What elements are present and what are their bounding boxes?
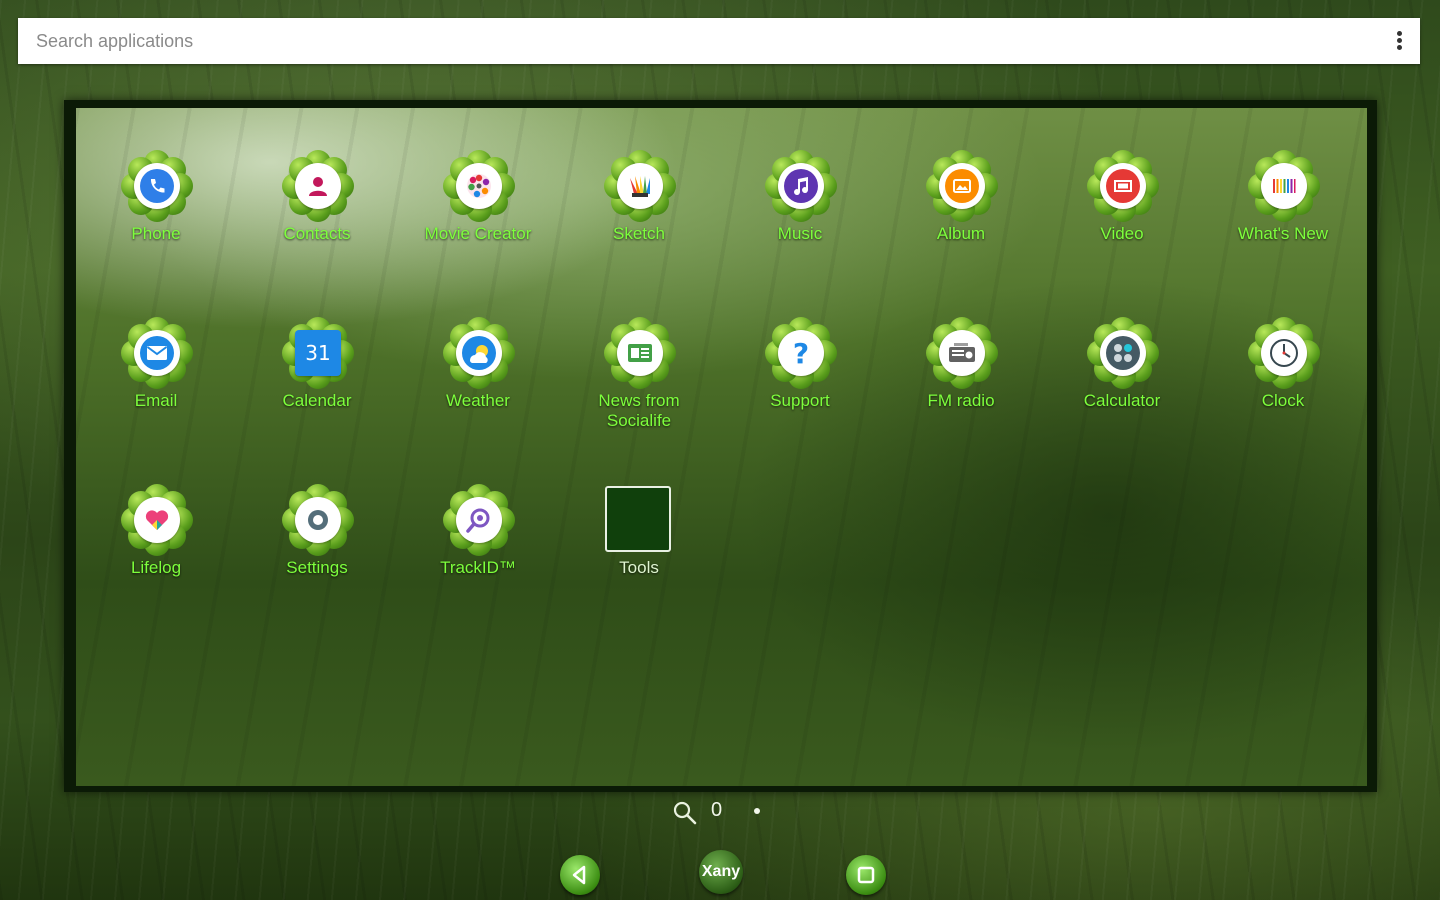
app-news-from-socialife[interactable]: News from Socialife: [564, 317, 714, 447]
page-indicator: 0: [668, 796, 778, 826]
music-note-icon: [784, 169, 818, 203]
app-label: Lifelog: [130, 558, 182, 577]
app-label: Album: [936, 224, 986, 243]
home-button[interactable]: Xany: [699, 850, 743, 894]
calendar-icon: 31: [305, 341, 331, 365]
question-icon: ?: [784, 336, 818, 370]
app-label: What's New: [1237, 224, 1329, 243]
app-label: Sketch: [613, 224, 665, 243]
app-lifelog[interactable]: Lifelog: [81, 484, 231, 614]
app-label: Support: [770, 391, 830, 410]
flower-badge: [1248, 317, 1320, 389]
clock-icon: [1267, 336, 1301, 370]
flower-badge: [443, 317, 515, 389]
recent-apps-icon[interactable]: [846, 855, 886, 895]
news-icon: [623, 336, 657, 370]
app-label: Calculator: [1083, 391, 1161, 410]
flower-badge: [765, 150, 837, 222]
app-album[interactable]: Album: [886, 150, 1036, 280]
app-calculator[interactable]: Calculator: [1047, 317, 1197, 447]
app-label: Weather: [446, 391, 510, 410]
app-movie-creator[interactable]: Movie Creator: [403, 150, 553, 280]
app-label: Calendar: [282, 391, 352, 410]
more-vertical-icon[interactable]: [1392, 29, 1406, 53]
app-label: Email: [134, 391, 178, 410]
flower-badge: [282, 484, 354, 556]
app-weather[interactable]: Weather: [403, 317, 553, 447]
app-label: FM radio: [927, 391, 995, 410]
palette-icon: [623, 169, 657, 203]
folder-icon: [605, 486, 671, 552]
phone-icon: [140, 169, 174, 203]
gear-icon: [301, 503, 335, 537]
app-label: Music: [777, 224, 823, 243]
flower-badge: ?: [765, 317, 837, 389]
app-label: Clock: [1261, 391, 1305, 410]
app-sketch[interactable]: Sketch: [564, 150, 714, 280]
film-reel-icon: [462, 169, 496, 203]
app-label: Movie Creator: [424, 224, 532, 243]
page-dot[interactable]: [754, 808, 760, 814]
app-grid: Phone Contacts Movie Creator Sketch Musi…: [76, 108, 1367, 786]
app-settings[interactable]: Settings: [242, 484, 392, 614]
flower-badge: [443, 484, 515, 556]
flower-badge: [926, 150, 998, 222]
search-icon[interactable]: [672, 800, 698, 826]
flower-badge: 31: [282, 317, 354, 389]
weather-icon: [462, 336, 496, 370]
app-whats-new[interactable]: What's New: [1208, 150, 1358, 280]
app-phone[interactable]: Phone: [81, 150, 231, 280]
calculator-icon: [1106, 336, 1140, 370]
flower-badge: [1248, 150, 1320, 222]
flower-badge: [1087, 317, 1159, 389]
app-video[interactable]: Video: [1047, 150, 1197, 280]
flower-badge: [604, 317, 676, 389]
app-contacts[interactable]: Contacts: [242, 150, 392, 280]
flower-badge: [604, 150, 676, 222]
app-label: Tools: [619, 558, 659, 577]
app-tools-folder[interactable]: Tools: [564, 484, 714, 614]
app-label: News from Socialife: [598, 391, 680, 430]
picture-icon: [945, 169, 979, 203]
search-input[interactable]: [36, 18, 1366, 64]
heart-icon: [140, 503, 174, 537]
app-music[interactable]: Music: [725, 150, 875, 280]
flower-badge: [121, 150, 193, 222]
flower-badge: [926, 317, 998, 389]
app-label: Video: [1100, 224, 1144, 243]
flower-badge: [282, 150, 354, 222]
app-fm-radio[interactable]: FM radio: [886, 317, 1036, 447]
app-clock[interactable]: Clock: [1208, 317, 1358, 447]
page-number[interactable]: 0: [711, 799, 722, 822]
app-label: Settings: [286, 558, 348, 577]
app-label: Phone: [131, 224, 181, 243]
app-trackid[interactable]: TrackID™: [403, 484, 553, 614]
barcode-icon: [1267, 169, 1301, 203]
flower-badge: [121, 484, 193, 556]
trackid-icon: [462, 503, 496, 537]
app-support[interactable]: ? Support: [725, 317, 875, 447]
flower-badge: [121, 317, 193, 389]
app-calendar[interactable]: 31 Calendar: [242, 317, 392, 447]
app-email[interactable]: Email: [81, 317, 231, 447]
person-icon: [301, 169, 335, 203]
video-icon: [1106, 169, 1140, 203]
app-drawer: Phone Contacts Movie Creator Sketch Musi…: [64, 100, 1377, 792]
flower-badge: [1087, 150, 1159, 222]
app-label: Contacts: [283, 224, 351, 243]
app-label: TrackID™: [440, 558, 516, 577]
envelope-icon: [140, 336, 174, 370]
search-bar: [18, 18, 1420, 64]
radio-icon: [945, 336, 979, 370]
back-arrow-icon[interactable]: [560, 855, 600, 895]
flower-badge: [443, 150, 515, 222]
